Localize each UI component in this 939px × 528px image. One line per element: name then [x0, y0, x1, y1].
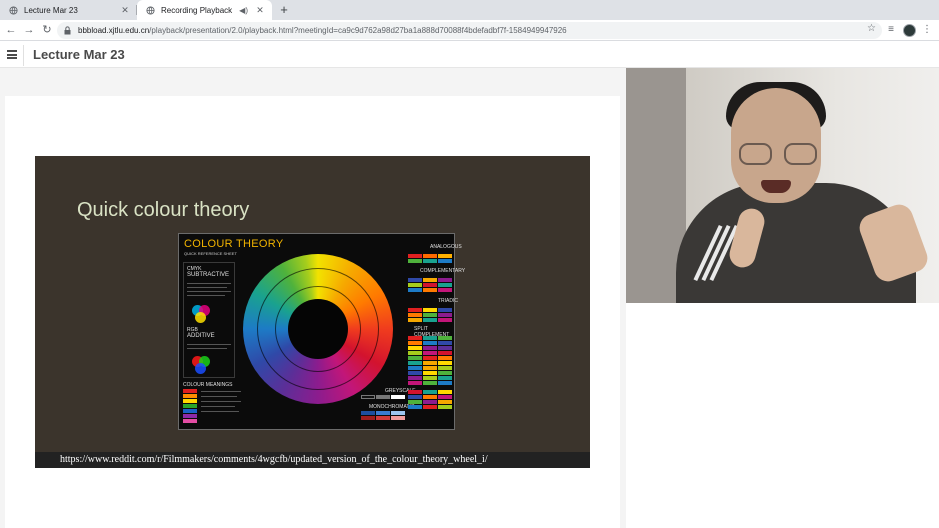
- globe-icon: [9, 5, 18, 15]
- lock-icon[interactable]: [64, 26, 74, 35]
- subtractive-label: SUBTRACTIVE: [187, 272, 230, 278]
- triadic-swatches: [408, 308, 452, 322]
- url-host: bbbload.xjtlu.edu.cn: [78, 26, 150, 35]
- presentation-slide: Quick colour theory COLOUR THEORY QUICK …: [35, 156, 590, 468]
- back-arrow-icon[interactable]: ←: [4, 23, 18, 37]
- speaker-icon[interactable]: ◀): [239, 6, 248, 15]
- webcam-video[interactable]: [626, 68, 939, 303]
- additive-label: ADDITIVE: [187, 333, 215, 339]
- hamburger-menu-icon[interactable]: [7, 50, 17, 59]
- menu-kebab-icon[interactable]: ⋮: [920, 23, 934, 37]
- colour-wheel: [243, 254, 393, 404]
- address-bar[interactable]: bbbload.xjtlu.edu.cn/playback/presentati…: [57, 22, 882, 39]
- new-tab-plus-icon[interactable]: +: [277, 3, 291, 17]
- split-swatches: [408, 336, 452, 385]
- globe-icon: [146, 5, 155, 15]
- presenter-mouth: [761, 180, 791, 193]
- page-title: Lecture Mar 23: [33, 47, 125, 62]
- close-icon[interactable]: ✕: [254, 5, 266, 16]
- complementary-label: COMPLEMENTARY: [420, 268, 466, 274]
- tab-lecture[interactable]: Lecture Mar 23 ✕: [0, 0, 137, 20]
- colour-theory-image: COLOUR THEORY QUICK REFERENCE SHEET CMYK…: [178, 233, 465, 430]
- reading-list-icon[interactable]: ≡: [884, 23, 898, 37]
- tab-title: Lecture Mar 23: [24, 5, 78, 15]
- tab-recording-playback[interactable]: Recording Playback ◀) ✕: [137, 0, 272, 20]
- meaning-swatches: [183, 389, 197, 423]
- browser-toolbar: ← → ↻ bbbload.xjtlu.edu.cn/playback/pres…: [0, 20, 939, 41]
- side-panel: [626, 303, 939, 528]
- complementary-swatches: [408, 278, 452, 292]
- meanings-label: COLOUR MEANINGS: [183, 382, 233, 388]
- profile-avatar[interactable]: [903, 24, 916, 37]
- url-text: bbbload.xjtlu.edu.cn/playback/presentati…: [78, 26, 567, 35]
- monochromatic-swatches: [361, 411, 405, 420]
- browser-tab-strip: Lecture Mar 23 ✕ Recording Playback ◀) ✕…: [0, 0, 939, 20]
- extra-swatches: [408, 390, 452, 409]
- app-header: Lecture Mar 23: [0, 42, 939, 68]
- reload-icon[interactable]: ↻: [40, 23, 54, 37]
- card-subtitle: QUICK REFERENCE SHEET: [184, 251, 237, 256]
- analogous-swatches: [408, 254, 452, 263]
- tab-title: Recording Playback: [161, 5, 233, 15]
- card-title: COLOUR THEORY: [184, 238, 284, 250]
- models-panel: CMYK SUBTRACTIVE RGB ADDITIVE: [183, 262, 235, 378]
- slide-heading: Quick colour theory: [77, 199, 250, 221]
- bookmark-star-icon[interactable]: ☆: [867, 23, 876, 34]
- forward-arrow-icon[interactable]: →: [22, 23, 36, 37]
- glasses: [739, 143, 819, 165]
- triadic-label: TRIADIC: [438, 298, 458, 304]
- slide-caption-bar: https://www.reddit.com/r/Filmmakers/comm…: [35, 452, 590, 468]
- analogous-label: ANALOGOUS: [430, 244, 462, 250]
- close-icon[interactable]: ✕: [119, 5, 131, 16]
- header-divider: [23, 45, 24, 66]
- slide-source-url: https://www.reddit.com/r/Filmmakers/comm…: [60, 454, 488, 465]
- greyscale-swatches: [361, 395, 405, 399]
- url-path: /playback/presentation/2.0/playback.html…: [149, 26, 567, 35]
